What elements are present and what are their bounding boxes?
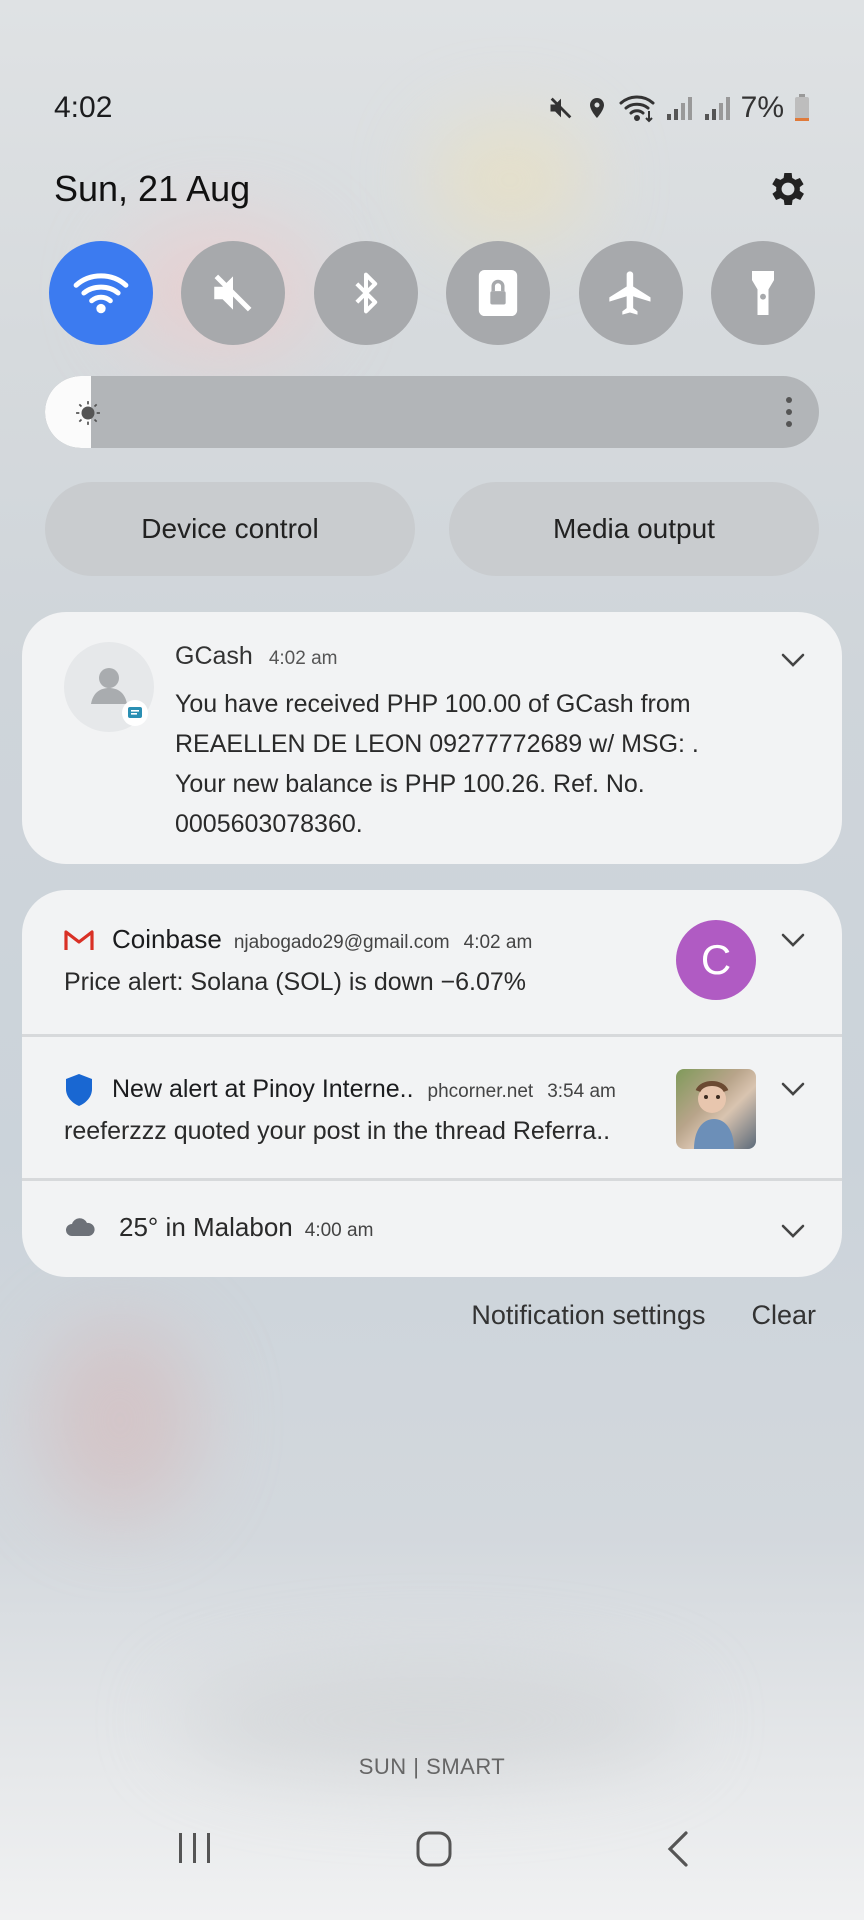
notification-app-name: GCash [175,642,253,670]
brightness-slider[interactable] [45,376,819,448]
navigation-bar [0,1830,864,1890]
battery-icon [795,94,809,121]
flashlight-tile[interactable] [710,241,815,345]
signal-icon [666,97,692,120]
notification-title: New alert at Pinoy Interne.. [112,1075,414,1103]
bluetooth-icon [355,272,377,314]
notification-account: njabogado29@gmail.com [233,932,450,953]
carrier-label: SUN | SMART [358,1754,506,1779]
back-icon[interactable] [664,1830,692,1868]
notification-body: You have received PHP 100.00 of GCash fr… [175,684,699,844]
airplane-tile[interactable] [578,241,683,345]
message-badge-icon [122,700,148,726]
clock: 4:02 [54,91,113,124]
notification-line: Your new balance is PHP 100.26. Ref. No. [175,770,645,798]
wifi-tile[interactable] [49,241,153,345]
notification-time: 4:00 am [304,1220,374,1241]
notification-time: 4:02 am [463,932,533,953]
header: Sun, 21 Aug [54,162,810,216]
notification-time: 3:54 am [547,1081,616,1102]
mute-icon [550,97,571,119]
bluetooth-tile[interactable] [313,241,418,345]
notification-body: reeferzzz quoted your post in the thread… [64,1117,611,1145]
notification-phcorner[interactable]: New alert at Pinoy Interne.. phcorner.ne… [22,1037,842,1178]
media-output-button[interactable]: Media output [449,482,819,576]
notification-line: You have received PHP 100.00 of GCash fr… [175,690,691,718]
mute-icon [214,274,252,312]
notification-line: 0005603078360. [175,810,363,838]
airplane-icon [608,271,651,315]
wifi-icon [619,95,655,123]
home-icon[interactable] [414,1830,454,1868]
status-bar: 4:02 7% [54,88,810,128]
chevron-down-icon[interactable] [780,1081,806,1097]
flashlight-icon [751,271,774,315]
gear-icon[interactable] [766,167,810,211]
recent-apps-icon[interactable] [176,1830,214,1866]
sun-icon [76,401,100,425]
avatar-letter: C [700,936,732,983]
notification-thumbnail [676,1069,756,1149]
notification-site: phcorner.net [427,1081,534,1102]
notification-settings-button[interactable]: Notification settings [471,1300,705,1331]
chevron-down-icon[interactable] [780,1223,806,1239]
chevron-down-icon[interactable] [780,932,806,948]
panel-buttons: Device control Media output [45,482,819,576]
more-options-icon[interactable] [785,396,793,428]
notification-time: 4:02 am [268,648,338,669]
gmail-icon [64,930,94,950]
date: Sun, 21 Aug [54,168,251,209]
weather-text: 25° in Malabon [119,1212,293,1242]
notification-gcash[interactable]: GCash 4:02 am You have received PHP 100.… [22,612,842,864]
background-blur [40,1320,200,1520]
battery-percent: 7% [740,91,784,124]
signal-icon [704,97,730,120]
notification-group: Coinbase njabogado29@gmail.com 4:02 am P… [22,890,842,1277]
lock-icon [479,270,518,316]
quick-settings-tiles [49,241,815,345]
clear-button[interactable]: Clear [751,1300,816,1331]
photo-image [694,1081,734,1149]
notification-footer: Notification settings Clear [471,1300,816,1331]
notification-coinbase[interactable]: Coinbase njabogado29@gmail.com 4:02 am P… [22,890,842,1034]
sender-avatar: C [676,920,756,1000]
sound-tile[interactable] [181,241,286,345]
notification-app-name: Coinbase [112,924,222,954]
rotation-lock-tile[interactable] [446,241,551,345]
shield-icon [66,1074,92,1106]
notification-weather[interactable]: 25° in Malabon 4:00 am [22,1181,842,1277]
wifi-icon [73,273,129,314]
location-icon [589,98,604,118]
notification-line: REAELLEN DE LEON 09277772689 w/ MSG: . [175,730,699,758]
cloud-icon [66,1218,95,1236]
chevron-down-icon[interactable] [780,652,806,668]
device-control-button[interactable]: Device control [45,482,415,576]
notification-body: Price alert: Solana (SOL) is down −6.07% [64,968,527,996]
avatar [64,642,154,732]
